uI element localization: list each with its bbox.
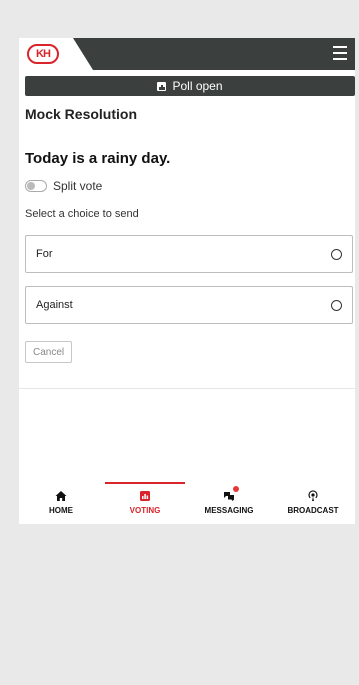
- voting-icon: [140, 491, 150, 501]
- nav-item-broadcast[interactable]: BROADCAST: [271, 482, 355, 524]
- logo[interactable]: KH: [27, 44, 59, 64]
- nav-item-voting[interactable]: VOTING: [103, 482, 187, 524]
- poll-status-bar: Poll open: [25, 76, 355, 96]
- resolution-question: Today is a rainy day.: [25, 150, 171, 167]
- notification-dot: [233, 486, 239, 492]
- choice-label: For: [36, 248, 53, 260]
- choice-prompt: Select a choice to send: [25, 208, 139, 220]
- top-header: KH: [19, 38, 355, 70]
- split-vote-label: Split vote: [53, 179, 103, 193]
- choice-label: Against: [36, 299, 73, 311]
- nav-label: MESSAGING: [204, 506, 254, 515]
- radio-icon[interactable]: [331, 299, 342, 311]
- home-icon: [55, 491, 67, 501]
- logo-container: KH: [19, 38, 93, 70]
- resolution-title: Mock Resolution: [25, 106, 138, 122]
- choice-option-for[interactable]: For: [25, 235, 353, 273]
- cancel-button[interactable]: Cancel: [25, 341, 73, 363]
- divider: [19, 388, 355, 389]
- hamburger-menu-icon[interactable]: [333, 46, 347, 60]
- nav-label: HOME: [49, 506, 73, 515]
- bar-chart-icon: [157, 81, 167, 91]
- app-screen: KH Poll open Mock Resolution Today is a …: [19, 38, 355, 524]
- bottom-nav: HOME VOTING MESSAGING BROADCAST: [19, 482, 355, 524]
- messaging-icon: [223, 486, 239, 502]
- split-vote-toggle[interactable]: [25, 180, 47, 192]
- poll-status-label: Poll open: [172, 79, 223, 93]
- radio-icon[interactable]: [331, 248, 342, 260]
- broadcast-icon: [308, 490, 318, 501]
- nav-label: VOTING: [129, 506, 161, 515]
- nav-item-home[interactable]: HOME: [19, 482, 103, 524]
- nav-item-messaging[interactable]: MESSAGING: [187, 482, 271, 524]
- nav-label: BROADCAST: [287, 506, 339, 515]
- choice-option-against[interactable]: Against: [25, 286, 353, 324]
- split-vote-row: Split vote: [25, 179, 102, 193]
